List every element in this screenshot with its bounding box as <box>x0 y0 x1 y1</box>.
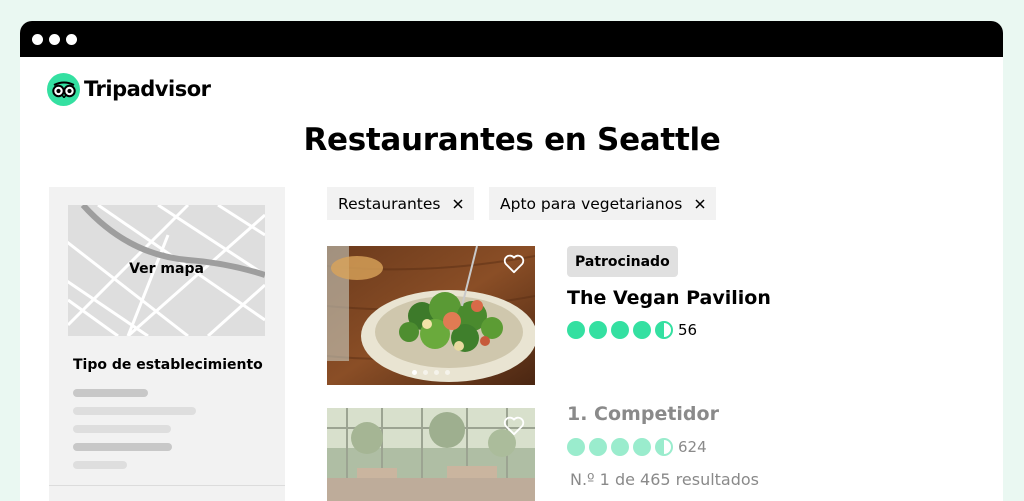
gallery-dot[interactable] <box>434 370 439 375</box>
rating-bubble-full <box>589 321 607 339</box>
sidebar-divider <box>49 485 285 486</box>
rating-bubble-full <box>589 438 607 456</box>
filters-sidebar: Ver mapa Tipo de establecimiento <box>49 187 285 501</box>
rating-bubble-full <box>611 321 629 339</box>
filter-section-title: Tipo de establecimiento <box>73 357 263 373</box>
ranking-text: N.º 1 de 465 resultados <box>570 470 760 489</box>
view-map-link[interactable]: Ver mapa <box>68 261 265 277</box>
rating-bubble-full <box>633 321 651 339</box>
window-control-dot[interactable] <box>49 34 60 45</box>
rating-row: 624 <box>567 438 707 456</box>
page-title: Restaurantes en Seattle <box>303 122 721 158</box>
close-icon[interactable] <box>694 198 706 210</box>
review-count[interactable]: 56 <box>678 321 697 339</box>
heart-icon[interactable] <box>503 254 525 274</box>
browser-titlebar <box>20 21 1003 57</box>
filter-chip-label: Apto para vegetarianos <box>500 194 683 213</box>
filter-chip-label: Restaurantes <box>338 194 441 213</box>
filter-option-placeholder[interactable] <box>73 407 196 415</box>
listing-photo-interior[interactable] <box>327 408 535 501</box>
rating-bubble-full <box>567 438 585 456</box>
rating-bubble-full <box>633 438 651 456</box>
rating-bubble-full <box>567 321 585 339</box>
rating-bubble-half <box>655 438 673 456</box>
window-control-dot[interactable] <box>32 34 43 45</box>
filter-option-placeholder[interactable] <box>73 443 172 451</box>
brand-name: Tripadvisor <box>84 77 211 101</box>
listing-name[interactable]: 1. Competidor <box>567 403 719 425</box>
gallery-dot[interactable] <box>445 370 450 375</box>
filter-chip-restaurantes[interactable]: Restaurantes <box>327 187 475 220</box>
listing-photo-salad[interactable] <box>327 246 535 385</box>
heart-icon[interactable] <box>503 416 525 436</box>
sponsored-badge: Patrocinado <box>567 246 678 277</box>
filter-option-placeholder[interactable] <box>73 461 127 469</box>
tripadvisor-logo[interactable]: Tripadvisor <box>47 72 211 106</box>
rating-bubble-full <box>611 438 629 456</box>
window-control-dot[interactable] <box>66 34 77 45</box>
map-preview[interactable]: Ver mapa <box>68 205 265 336</box>
rating-row: 56 <box>567 321 697 339</box>
review-count[interactable]: 624 <box>678 438 707 456</box>
close-icon[interactable] <box>452 198 464 210</box>
filter-option-placeholder[interactable] <box>73 425 171 433</box>
owl-logo-icon <box>47 72 80 106</box>
gallery-dot[interactable] <box>412 370 417 375</box>
filter-option-placeholder[interactable] <box>73 389 148 397</box>
listing-name[interactable]: The Vegan Pavilion <box>567 287 771 309</box>
gallery-pagination <box>327 370 535 375</box>
gallery-dot[interactable] <box>423 370 428 375</box>
rating-bubble-half <box>655 321 673 339</box>
filter-chip-vegetarian[interactable]: Apto para vegetarianos <box>489 187 717 220</box>
